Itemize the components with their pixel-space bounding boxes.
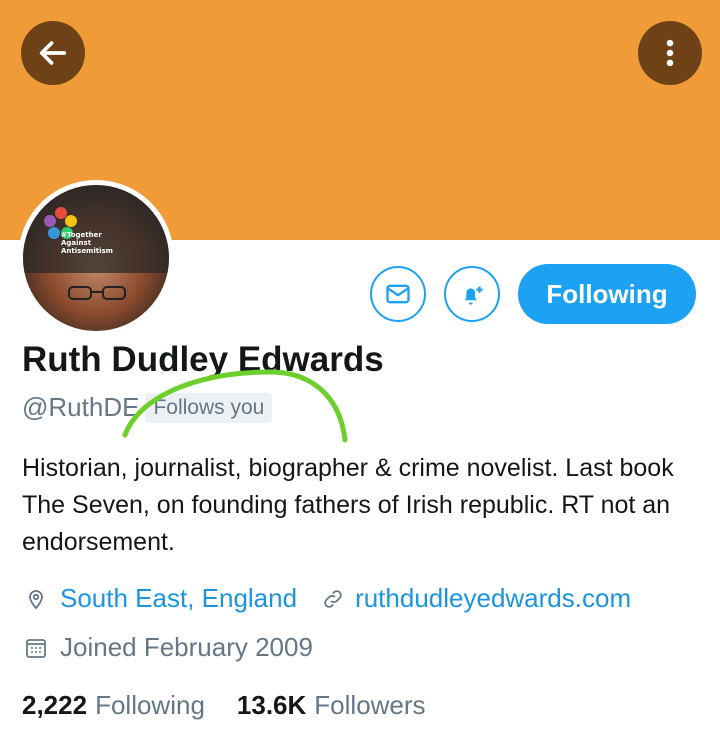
profile-bio: Historian, journalist, biographer & crim… [22, 454, 674, 556]
location-pin-icon [22, 585, 50, 613]
avatar-image: #Together Against Antisemitism [23, 185, 169, 331]
following-label: Following [95, 690, 205, 720]
profile-meta-row: South East, England ruthdudleyedwards.co… [22, 583, 631, 614]
followers-label: Followers [314, 690, 426, 720]
more-options-button[interactable] [638, 21, 702, 85]
profile-handle: @RuthDE [22, 392, 140, 422]
message-button[interactable] [370, 266, 426, 322]
calendar-icon [22, 634, 50, 662]
link-icon [319, 585, 347, 613]
profile-name: Ruth Dudley Edwards [22, 340, 384, 379]
bell-plus-icon [464, 286, 483, 305]
followers-stat[interactable]: 13.6K Followers [237, 690, 426, 721]
following-count: 2,222 [22, 690, 88, 720]
avatar-caption: #Together Against Antisemitism [61, 231, 113, 255]
handle-row: @RuthDE Follows you [22, 392, 273, 423]
envelope-icon [386, 284, 410, 304]
arrow-left-icon [39, 41, 67, 65]
back-button[interactable] [21, 21, 85, 85]
following-stat[interactable]: 2,222 Following [22, 690, 205, 721]
followers-count: 13.6K [236, 690, 307, 720]
vertical-dots-icon [666, 39, 674, 67]
follow-stats: 2,222 Following 13.6K Followers [22, 690, 426, 721]
website-link[interactable]: ruthdudleyedwards.com [355, 583, 631, 614]
avatar[interactable]: #Together Against Antisemitism [18, 180, 174, 336]
joined-date: Joined February 2009 [60, 632, 313, 662]
notifications-button[interactable] [444, 266, 500, 322]
location-link[interactable]: South East, England [60, 583, 297, 614]
glasses-icon [68, 286, 126, 300]
following-button[interactable]: Following [518, 264, 696, 324]
follows-you-badge: Follows you [145, 392, 273, 423]
joined-row: Joined February 2009 [22, 632, 313, 663]
